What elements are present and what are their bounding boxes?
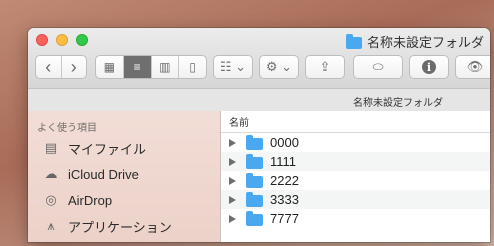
- file-list: 名前 0000 1111 2222 3333 7777: [221, 111, 490, 242]
- sidebar-item-label: iCloud Drive: [68, 166, 139, 182]
- column-header-name[interactable]: 名前: [221, 111, 490, 133]
- icon-view-button[interactable]: ▦: [96, 56, 124, 78]
- applications-icon: ⩚: [47, 218, 55, 233]
- list-item-label: 2222: [270, 173, 299, 188]
- sidebar-item-airdrop[interactable]: ◎ AirDrop: [42, 189, 112, 211]
- eye-icon: 👁: [466, 59, 484, 74]
- airdrop-icon: ◎: [45, 192, 57, 207]
- minimize-button[interactable]: [56, 34, 68, 46]
- list-item-label: 7777: [270, 211, 299, 226]
- column-view-button[interactable]: ▥: [152, 56, 180, 78]
- folder-icon: [246, 191, 263, 207]
- window-controls: [36, 34, 88, 46]
- sidebar-item-label: AirDrop: [68, 192, 113, 208]
- disclosure-triangle-icon[interactable]: [229, 214, 236, 223]
- folder-icon: [246, 210, 263, 226]
- close-button[interactable]: [36, 34, 48, 46]
- list-item[interactable]: 1111: [221, 152, 490, 171]
- sidebar-item-icloud-drive[interactable]: ☁ iCloud Drive: [42, 163, 139, 185]
- list-item[interactable]: 2222: [221, 171, 490, 190]
- sidebar-item-label: アプリケーション: [68, 219, 172, 235]
- sidebar-heading: よく使う項目: [37, 123, 97, 134]
- window-title-text: 名称未設定フォルダ: [367, 35, 485, 50]
- view-mode-control: ▦ ≡ ▥ ▯: [95, 55, 207, 79]
- title-bar: 名称未設定フォルダ ‹ › ▦ ≡ ▥ ▯ ☷ ⌄ ⚙ ⌄ ⇪ ⬭ i 👁: [28, 28, 490, 89]
- column-header-label: 名前: [229, 118, 249, 129]
- sidebar: よく使う項目 ▤ マイファイル ☁ iCloud Drive ◎ AirDrop…: [28, 111, 221, 242]
- list-view-button[interactable]: ≡: [123, 56, 152, 78]
- quick-look-button[interactable]: 👁: [455, 55, 490, 79]
- zoom-button[interactable]: [76, 34, 88, 46]
- finder-window: 名称未設定フォルダ ‹ › ▦ ≡ ▥ ▯ ☷ ⌄ ⚙ ⌄ ⇪ ⬭ i 👁 名称…: [28, 28, 490, 242]
- disclosure-triangle-icon[interactable]: [229, 195, 236, 204]
- disclosure-triangle-icon[interactable]: [229, 157, 236, 166]
- nav-buttons: ‹ ›: [35, 55, 87, 79]
- folder-icon: [346, 33, 362, 49]
- cloud-icon: ☁: [44, 166, 58, 181]
- disclosure-triangle-icon[interactable]: [229, 176, 236, 185]
- list-item-label: 3333: [270, 192, 299, 207]
- list-item[interactable]: 7777: [221, 209, 490, 228]
- all-my-files-icon: ▤: [44, 140, 58, 155]
- folder-icon: [246, 172, 263, 188]
- toolbar: ‹ › ▦ ≡ ▥ ▯ ☷ ⌄ ⚙ ⌄ ⇪ ⬭ i 👁: [35, 55, 490, 79]
- path-bar: 名称未設定フォルダ: [28, 89, 490, 112]
- tag-button[interactable]: ⬭: [353, 55, 403, 79]
- back-button[interactable]: ‹: [36, 56, 62, 78]
- list-item-label: 1111: [270, 154, 297, 169]
- disclosure-triangle-icon[interactable]: [229, 138, 236, 147]
- gallery-view-button[interactable]: ▯: [179, 56, 206, 78]
- window-title: 名称未設定フォルダ: [346, 32, 484, 51]
- sidebar-item-my-files[interactable]: ▤ マイファイル: [42, 137, 146, 159]
- folder-icon: [246, 134, 263, 150]
- group-button[interactable]: ☷ ⌄: [213, 55, 253, 79]
- info-button[interactable]: i: [409, 55, 449, 79]
- list-item[interactable]: 0000: [221, 133, 490, 152]
- share-button[interactable]: ⇪: [305, 55, 345, 79]
- sidebar-item-applications[interactable]: ⩚ アプリケーション: [42, 215, 172, 237]
- info-icon: i: [422, 60, 436, 74]
- action-menu-button[interactable]: ⚙ ⌄: [259, 55, 299, 79]
- forward-button[interactable]: ›: [62, 56, 87, 78]
- sidebar-item-label: マイファイル: [68, 141, 147, 157]
- folder-icon: [246, 153, 263, 169]
- list-item[interactable]: 3333: [221, 190, 490, 209]
- path-bar-label: 名称未設定フォルダ: [353, 98, 443, 109]
- list-item-label: 0000: [270, 135, 299, 150]
